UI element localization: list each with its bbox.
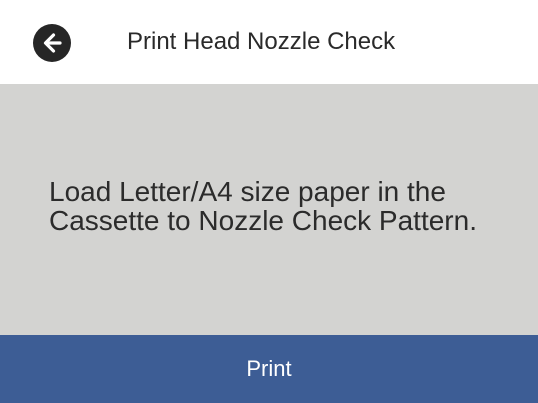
print-button[interactable]: Print [0,335,538,403]
header-bar: Print Head Nozzle Check [0,0,538,84]
nozzle-check-screen: Print Head Nozzle Check Load Letter/A4 s… [0,0,538,403]
message-panel: Load Letter/A4 size paper in the Cassett… [0,84,538,335]
back-arrow-icon [43,33,62,53]
screen-title: Print Head Nozzle Check [127,28,396,55]
back-button[interactable] [33,24,71,62]
instruction-message: Load Letter/A4 size paper in the Cassett… [49,177,519,235]
instruction-line-2: Cassette to Nozzle Check Pattern. [49,205,477,236]
instruction-line-1: Load Letter/A4 size paper in the [49,176,446,207]
print-button-label: Print [246,356,292,381]
